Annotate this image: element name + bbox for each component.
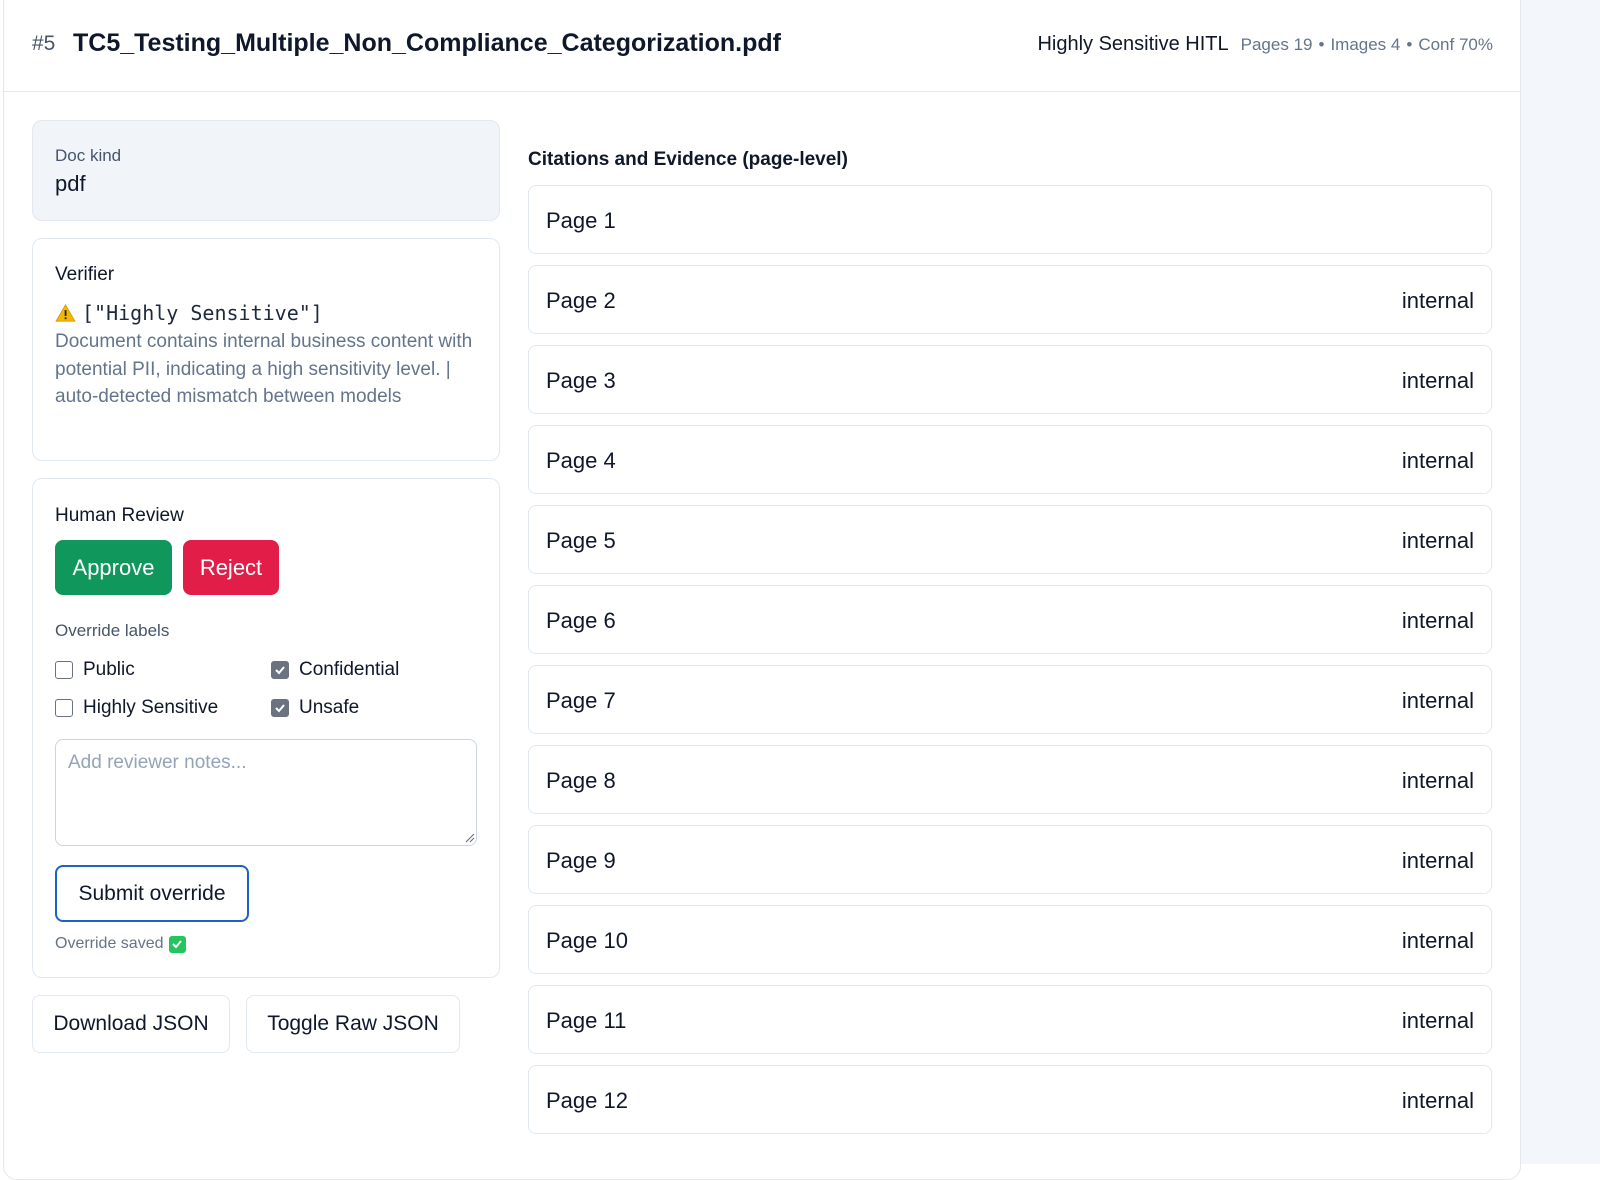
document-number: #5 [32, 32, 56, 55]
citation-page-label: Page 5 [546, 528, 616, 553]
approve-button[interactable]: Approve [55, 540, 172, 595]
verifier-status: ["Highly Sensitive"] [55, 301, 323, 325]
citation-page-tag: internal [1401, 608, 1474, 633]
citation-page-label: Page 2 [546, 288, 616, 313]
citation-page-row[interactable]: Page 12 internal [528, 1065, 1492, 1134]
citation-page-label: Page 7 [546, 688, 616, 713]
citation-page-row[interactable]: Page 10 internal [528, 905, 1492, 974]
doc-kind-label: Doc kind [55, 146, 122, 165]
checkbox-unsafe-label: Unsafe [299, 697, 360, 718]
download-json-button[interactable]: Download JSON [32, 995, 230, 1053]
right-gutter [1521, 0, 1600, 1164]
citation-page-tag: internal [1401, 928, 1474, 953]
checkbox-highly-sensitive-label: Highly Sensitive [83, 697, 219, 718]
warning-icon [55, 304, 76, 322]
citation-page-tag: internal [1401, 528, 1474, 553]
citation-page-row[interactable]: Page 7 internal [528, 665, 1492, 734]
verifier-panel: Verifier ["Highly Sensitive"] Document c… [32, 238, 500, 461]
citation-page-label: Page 8 [546, 768, 616, 793]
check-mark-icon [168, 935, 186, 953]
classification-label: Highly Sensitive HITL [1037, 33, 1229, 55]
citation-page-row[interactable]: Page 11 internal [528, 985, 1492, 1054]
citation-page-label: Page 12 [546, 1088, 628, 1113]
checkbox-confidential-box[interactable] [271, 661, 289, 679]
citation-page-tag: internal [1401, 448, 1474, 473]
citation-page-tag: internal [1401, 768, 1474, 793]
citations-page-list: Page 1 Page 2 internal Page 3 internal Page 4… [528, 185, 1492, 1145]
checkbox-confidential[interactable]: Confidential [271, 659, 399, 681]
citation-page-label: Page 4 [546, 448, 616, 473]
document-title: TC5_Testing_Multiple_Non_Compliance_Cate… [73, 29, 781, 57]
override-saved-text: Override saved [55, 935, 164, 952]
checkbox-unsafe-box[interactable] [271, 699, 289, 717]
citation-page-label: Page 3 [546, 368, 616, 393]
doc-kind-panel: Doc kind pdf [32, 120, 500, 221]
reject-button[interactable]: Reject [183, 540, 279, 595]
reviewer-notes-input[interactable] [55, 739, 477, 846]
citation-page-label: Page 6 [546, 608, 616, 633]
document-header: #5 TC5_Testing_Multiple_Non_Compliance_C… [3, 0, 1521, 92]
citation-page-row[interactable]: Page 3 internal [528, 345, 1492, 414]
confidence: Conf 70% [1418, 35, 1493, 54]
separator: • [1318, 35, 1325, 54]
citation-page-row[interactable]: Page 5 internal [528, 505, 1492, 574]
checkbox-public-label: Public [83, 659, 135, 680]
citation-page-tag: internal [1401, 368, 1474, 393]
citation-page-label: Page 1 [546, 208, 616, 233]
verifier-explanation: Document contains internal business cont… [55, 331, 473, 407]
citation-page-tag: internal [1401, 1008, 1474, 1033]
citation-page-label: Page 10 [546, 928, 628, 953]
checkbox-public-box[interactable] [55, 661, 73, 679]
human-review-panel: Human Review Approve Reject Override lab… [32, 478, 500, 978]
header-meta: Highly Sensitive HITL Pages 19 • Images 4 •… [1037, 33, 1493, 56]
citation-page-tag: internal [1401, 288, 1474, 313]
verifier-status-code: ["Highly Sensitive"] [82, 301, 323, 325]
toggle-raw-json-button[interactable]: Toggle Raw JSON [246, 995, 460, 1053]
verifier-title: Verifier [55, 264, 115, 285]
override-saved-status: Override saved [55, 935, 186, 953]
citation-page-row[interactable]: Page 9 internal [528, 825, 1492, 894]
checkbox-public[interactable]: Public [55, 659, 135, 681]
human-review-title: Human Review [55, 505, 184, 526]
citation-page-tag: internal [1401, 688, 1474, 713]
citation-page-label: Page 11 [546, 1008, 627, 1033]
separator: • [1406, 35, 1413, 54]
checkbox-highly-sensitive-box[interactable] [55, 699, 73, 717]
citation-page-label: Page 9 [546, 848, 616, 873]
doc-kind-value: pdf [55, 171, 86, 196]
submit-override-button[interactable]: Submit override [55, 865, 249, 922]
override-labels-heading: Override labels [55, 621, 170, 640]
citation-page-row[interactable]: Page 4 internal [528, 425, 1492, 494]
checkbox-confidential-label: Confidential [299, 659, 400, 680]
checkbox-unsafe[interactable]: Unsafe [271, 697, 359, 719]
checkbox-highly-sensitive[interactable]: Highly Sensitive [55, 697, 218, 719]
citations-title: Citations and Evidence (page-level) [528, 149, 848, 170]
citation-page-tag: internal [1401, 1088, 1474, 1113]
citation-page-row[interactable]: Page 6 internal [528, 585, 1492, 654]
citation-page-row[interactable]: Page 2 internal [528, 265, 1492, 334]
page-count: Pages 19 [1240, 35, 1313, 54]
citation-page-row[interactable]: Page 8 internal [528, 745, 1492, 814]
document-stats: Pages 19 • Images 4 • Conf 70% [1241, 35, 1493, 55]
resize-grip-icon[interactable] [463, 831, 475, 843]
citation-page-tag: internal [1401, 848, 1474, 873]
image-count: Images 4 [1330, 35, 1401, 54]
citation-page-row[interactable]: Page 1 [528, 185, 1492, 254]
